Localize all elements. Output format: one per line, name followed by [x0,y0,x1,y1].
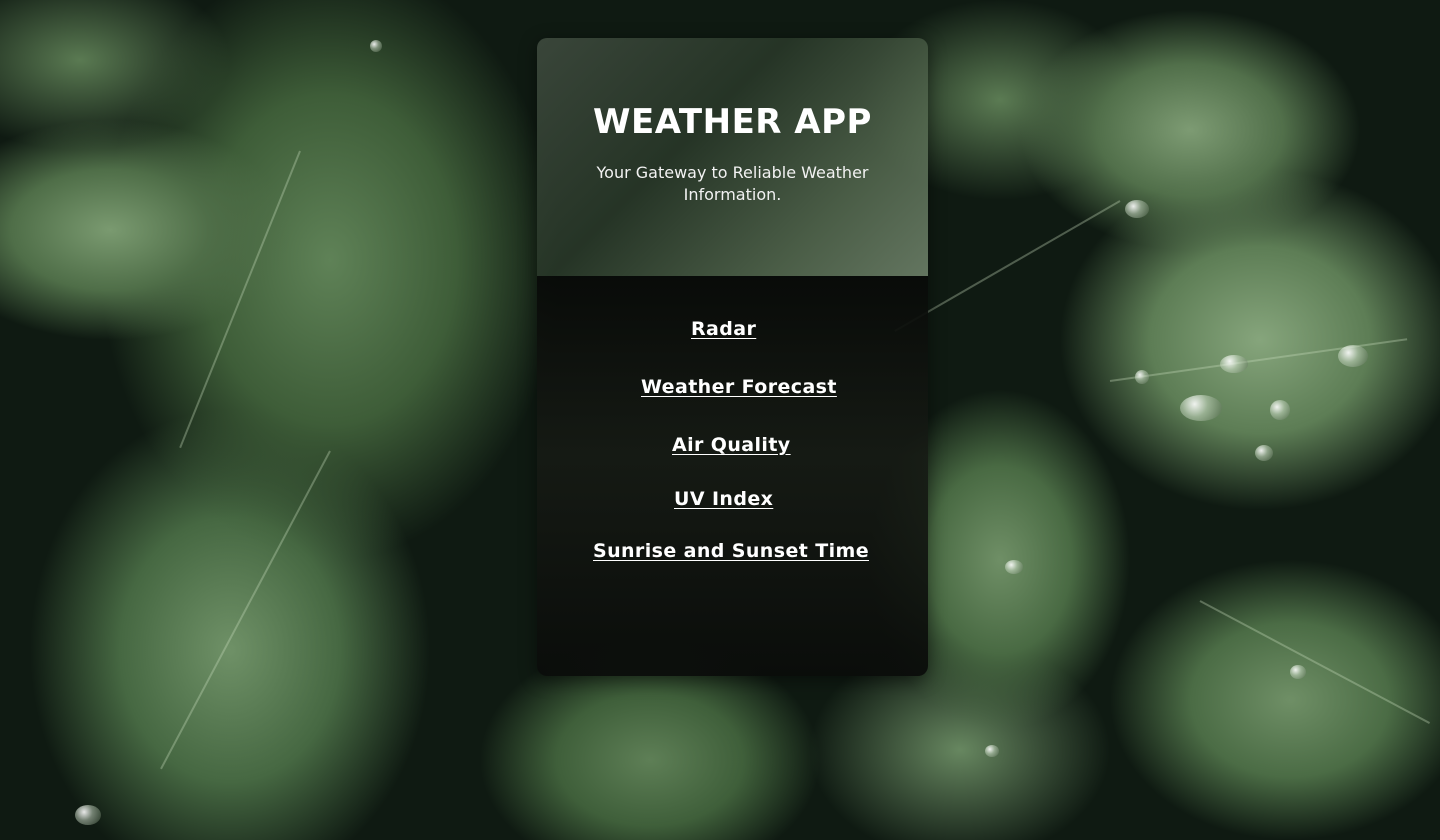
nav-link-weather-forecast[interactable]: Weather Forecast [641,376,837,398]
weather-card: WEATHER APP Your Gateway to Reliable Wea… [537,38,928,676]
nav-link-radar[interactable]: Radar [691,318,756,340]
card-header: WEATHER APP Your Gateway to Reliable Wea… [537,38,928,276]
nav-link-uv-index[interactable]: UV Index [674,488,773,510]
app-title: WEATHER APP [593,102,872,142]
app-subtitle: Your Gateway to Reliable Weather Informa… [596,163,869,204]
nav-link-air-quality[interactable]: Air Quality [672,434,791,456]
nav-menu: Radar Weather Forecast Air Quality UV In… [537,276,928,676]
nav-link-sunrise-sunset[interactable]: Sunrise and Sunset Time [593,540,869,562]
